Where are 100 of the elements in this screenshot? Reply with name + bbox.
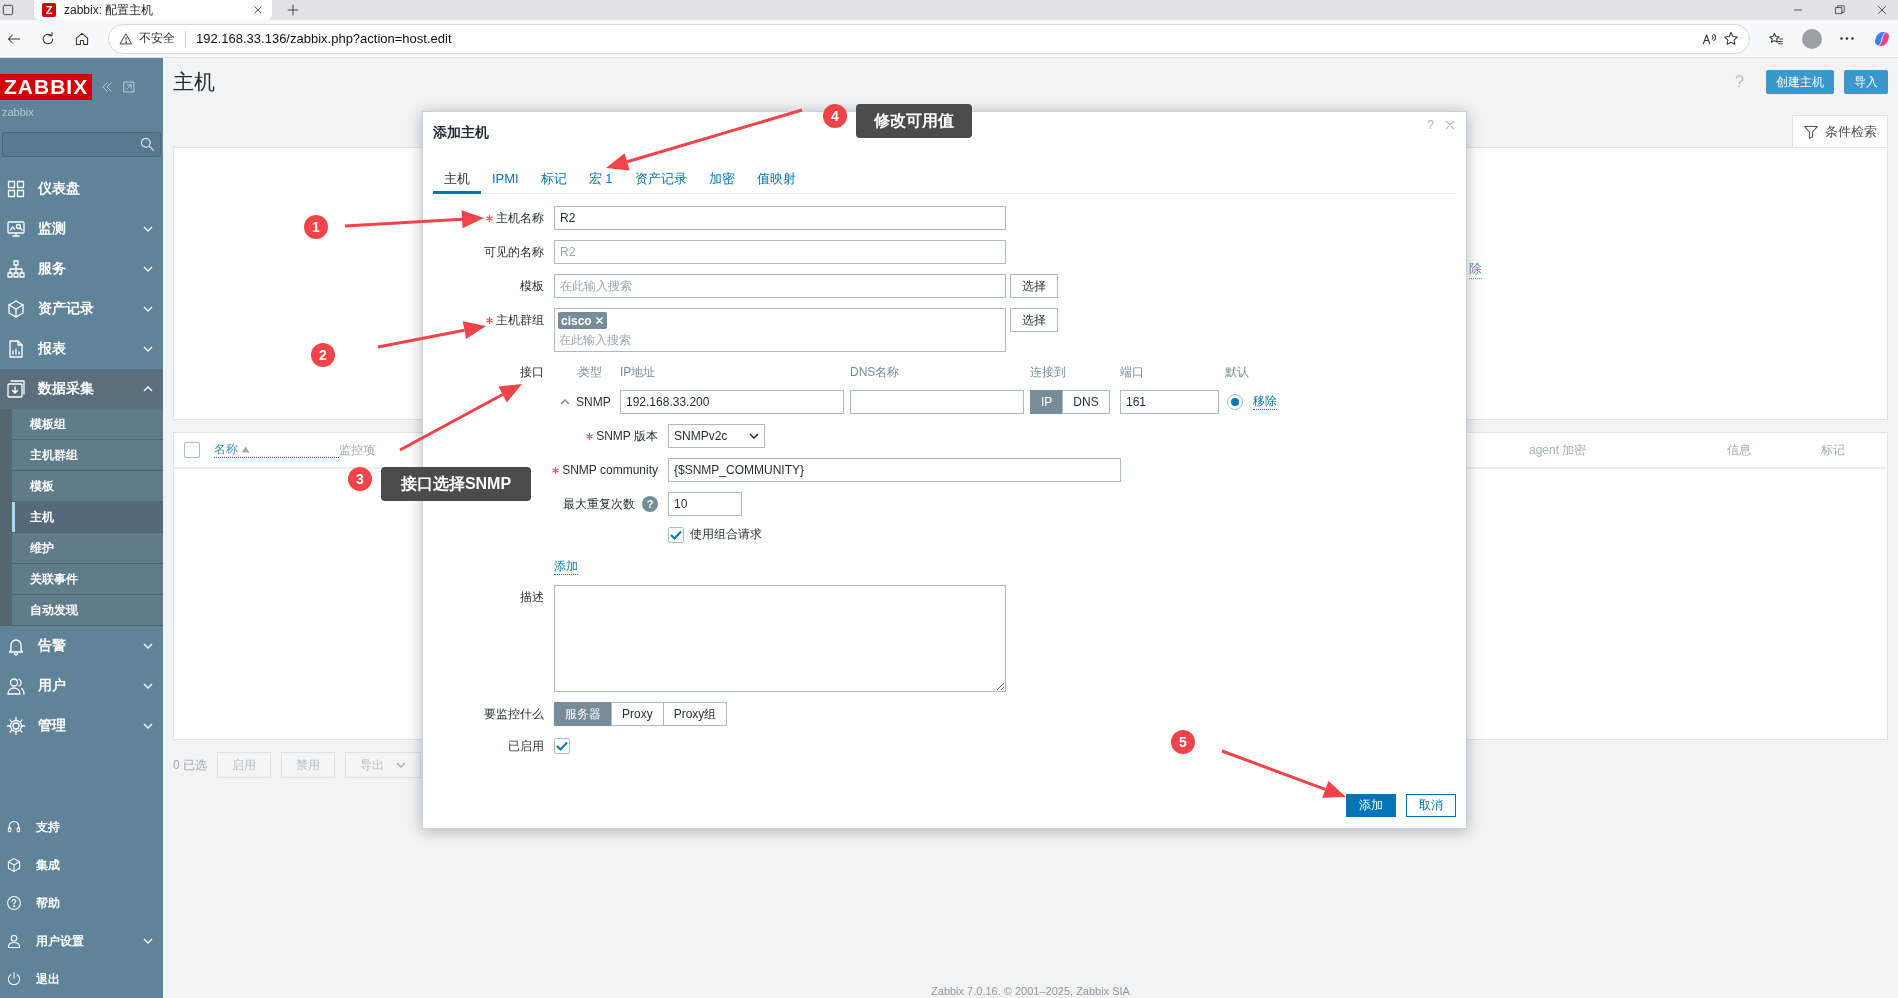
column-header: DNS名称	[850, 364, 901, 381]
header-button[interactable]: 导入	[1844, 70, 1888, 94]
menu-item[interactable]: 服务	[0, 249, 163, 289]
caret-icon	[749, 433, 759, 439]
radio-button[interactable]	[1227, 394, 1243, 410]
menu-item[interactable]: 仪表盘	[0, 169, 163, 209]
submenu-item[interactable]: 模板	[12, 471, 163, 502]
favorites-icon	[1768, 30, 1784, 47]
security-label[interactable]: 不安全	[139, 30, 175, 47]
menu-item[interactable]: 管理	[0, 706, 163, 746]
logo[interactable]: ZABBIX	[0, 74, 93, 100]
dns-field[interactable]	[850, 390, 1024, 414]
monitor-option[interactable]: Proxy	[611, 702, 664, 726]
tab[interactable]: 宏 1	[577, 166, 624, 194]
visible-name-field[interactable]: R2	[554, 240, 1006, 264]
text-field[interactable]: 10	[668, 492, 742, 516]
remove-link[interactable]: 除	[1469, 260, 1482, 279]
field-label: 主机群组	[433, 308, 544, 332]
column-header: 类型	[577, 364, 603, 381]
double-chevron-icon	[100, 80, 115, 94]
column-header: 信息	[1727, 441, 1752, 459]
field-label: 最大重复次数	[563, 496, 635, 513]
monitor-option[interactable]: Proxy组	[662, 702, 728, 726]
select-button[interactable]: 选择	[1010, 274, 1058, 298]
checkbox[interactable]	[668, 526, 684, 543]
home-icon	[74, 30, 90, 47]
tag[interactable]: cisco	[558, 312, 607, 329]
power-icon	[6, 971, 22, 987]
headset-icon	[6, 819, 22, 835]
menu-item[interactable]: 监测	[0, 209, 163, 249]
check-icon	[670, 529, 682, 540]
submenu-item[interactable]: 关联事件	[12, 564, 163, 595]
host-name-field[interactable]: R2	[554, 206, 1006, 230]
field-label: 主机名称	[433, 206, 544, 230]
submenu-item[interactable]: 维护	[12, 533, 163, 564]
host-group-field[interactable]: cisco 在此输入搜索	[554, 308, 1006, 352]
menu-item[interactable]: 告警	[0, 626, 163, 666]
selected-count: 0 已选	[173, 756, 207, 774]
avatar[interactable]	[1802, 28, 1822, 49]
field-label: 接口	[519, 364, 544, 381]
submenu-item[interactable]: 自动发现	[12, 595, 163, 626]
menu-item[interactable]: 退出	[0, 960, 163, 998]
tab[interactable]: 资产记录	[623, 166, 698, 194]
checkbox[interactable]	[184, 442, 200, 458]
menu-item[interactable]: 支持	[0, 808, 163, 846]
search-field[interactable]	[2, 132, 161, 157]
tab-title: zabbix: 配置主机	[64, 1, 155, 19]
connect-option[interactable]: IP	[1030, 390, 1064, 414]
footer-text: Zabbix 7.0.16. © 2001–2025, Zabbix SIA	[930, 985, 1131, 998]
menu-item[interactable]: 用户设置	[0, 922, 163, 960]
port-field[interactable]: 161	[1120, 390, 1219, 414]
user-icon	[6, 933, 22, 949]
menu-item[interactable]: 集成	[0, 846, 163, 884]
ip-field[interactable]: 192.168.33.200	[620, 390, 844, 414]
filter-tab[interactable]: 条件检索	[1792, 115, 1888, 147]
server-name: zabbix	[1, 105, 35, 118]
header-button[interactable]: 创建主机	[1766, 70, 1834, 94]
remove-link[interactable]: 移除	[1253, 394, 1277, 410]
add-link[interactable]: 添加	[554, 559, 578, 575]
help-icon[interactable]: ?	[642, 496, 658, 512]
monitor-icon	[6, 219, 26, 239]
more-icon[interactable]	[1840, 37, 1854, 40]
tab[interactable]: 加密	[697, 166, 746, 194]
refresh-icon	[40, 30, 56, 47]
browser-tab[interactable]: Z zabbix: 配置主机	[34, 0, 272, 20]
address-bar[interactable]: 不安全 192.168.33.136/zabbix.php?action=host.edit	[108, 23, 1750, 54]
checkbox[interactable]	[554, 738, 570, 754]
submenu-item[interactable]: 主机	[12, 502, 163, 533]
dialog-button[interactable]: 取消	[1406, 794, 1456, 817]
tab[interactable]: IPMI	[481, 166, 530, 194]
version-select[interactable]: SNMPv2c	[668, 424, 765, 448]
field-label: 描述	[519, 589, 544, 606]
tab[interactable]: 主机	[433, 166, 481, 194]
submenu-item[interactable]: 模板组	[12, 409, 163, 440]
menu-item[interactable]: 帮助	[0, 884, 163, 922]
column-header: 标记	[1821, 441, 1846, 459]
menu-item[interactable]: 用户	[0, 666, 163, 706]
select-button[interactable]: 选择	[1010, 308, 1058, 332]
menu-item[interactable]: 数据采集	[0, 369, 163, 409]
connect-option[interactable]: DNS	[1062, 390, 1110, 414]
tab[interactable]: 值映射	[745, 166, 807, 194]
column-header[interactable]: 名称	[214, 442, 339, 458]
submenu-item[interactable]: 主机群组	[12, 440, 163, 471]
menu-item[interactable]: 报表	[0, 329, 163, 369]
document-icon	[6, 339, 26, 359]
description-field[interactable]	[554, 585, 1006, 692]
text-field[interactable]: {$SNMP_COMMUNITY}	[668, 458, 1121, 482]
users-icon	[6, 676, 26, 696]
menu-item[interactable]: 资产记录	[0, 289, 163, 329]
download-icon	[6, 379, 26, 399]
step-marker: 4	[823, 104, 847, 128]
field-label: 已启用	[507, 738, 544, 755]
monitor-option[interactable]: 服务器	[554, 702, 612, 726]
tab[interactable]: 标记	[529, 166, 578, 194]
close-icon	[1876, 4, 1888, 16]
dialog-button[interactable]: 添加	[1346, 794, 1396, 817]
favicon: Z	[42, 3, 56, 17]
column-header: IP地址	[620, 364, 657, 381]
search-icon	[139, 136, 155, 152]
template-field[interactable]: 在此输入搜索	[554, 274, 1006, 298]
